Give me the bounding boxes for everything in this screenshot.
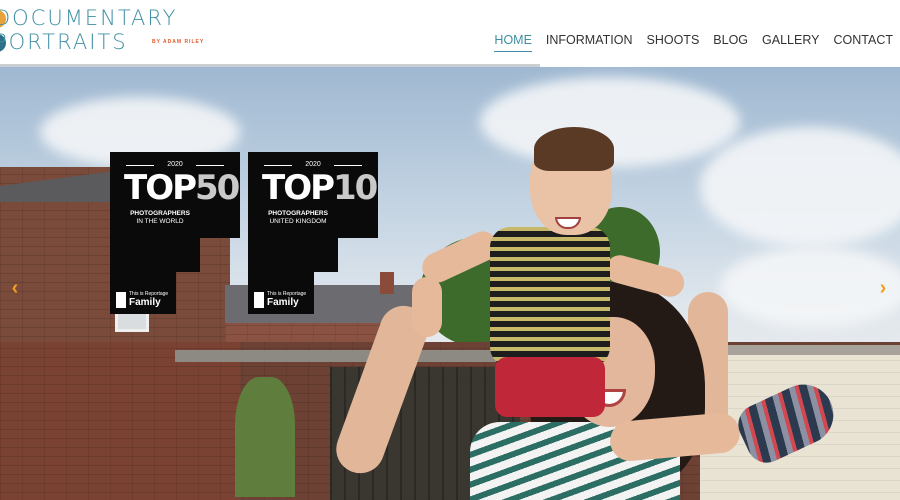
badge-line2: UNITED KINGDOM <box>269 218 327 225</box>
nav-item-shoots[interactable]: SHOOTS <box>647 33 700 52</box>
nav-item-gallery[interactable]: GALLERY <box>762 33 819 52</box>
nav-item-home[interactable]: HOME <box>494 33 532 52</box>
flowers <box>235 377 295 497</box>
logo-text-line1: DOCUMENTARY <box>0 6 178 30</box>
badge-line1: PHOTOGRAPHERS <box>268 210 328 217</box>
logo-text-line2: PORTRAITS <box>0 30 128 54</box>
logo-byline: BY ADAM RILEY <box>152 39 205 45</box>
nav-item-contact[interactable]: CONTACT <box>834 33 894 52</box>
cloud <box>700 127 900 247</box>
award-badge-top10[interactable]: 2020 TOP10 PHOTOGRAPHERS UNITED KINGDOM … <box>248 152 378 314</box>
child-arm <box>412 277 442 337</box>
child-hair <box>534 127 614 171</box>
wall-coping <box>700 345 900 355</box>
child-shorts <box>495 357 605 417</box>
badge-year: 2020 <box>167 161 183 168</box>
site-logo[interactable]: DOCUMENTARY PORTRAITS BY ADAM RILEY <box>0 4 214 54</box>
badge-rank: TOP10 <box>262 168 378 208</box>
chevron-right-icon[interactable]: › <box>874 277 892 299</box>
nav-item-blog[interactable]: BLOG <box>713 33 748 52</box>
hero-slider: 2020 TOP50 PHOTOGRAPHERS IN THE WORLD Th… <box>0 67 900 500</box>
badge-rank: TOP50 <box>124 168 240 208</box>
site-header: DOCUMENTARY PORTRAITS BY ADAM RILEY HOME… <box>0 0 900 67</box>
nav-item-information[interactable]: INFORMATION <box>546 33 633 52</box>
cloud <box>720 247 900 327</box>
chevron-left-icon[interactable]: ‹ <box>6 277 24 299</box>
main-nav: HOME INFORMATION SHOOTS BLOG GALLERY CON… <box>480 33 893 52</box>
garden-wall-left <box>0 342 240 500</box>
reportage-logo-icon <box>116 292 126 308</box>
badge-line1: PHOTOGRAPHERS <box>130 210 190 217</box>
badge-year: 2020 <box>305 161 321 168</box>
reportage-logo-icon <box>254 292 264 308</box>
chimney <box>380 272 394 294</box>
award-badge-top50[interactable]: 2020 TOP50 PHOTOGRAPHERS IN THE WORLD Th… <box>110 152 240 314</box>
badge-line2: IN THE WORLD <box>136 218 184 225</box>
child-shirt <box>490 227 610 367</box>
